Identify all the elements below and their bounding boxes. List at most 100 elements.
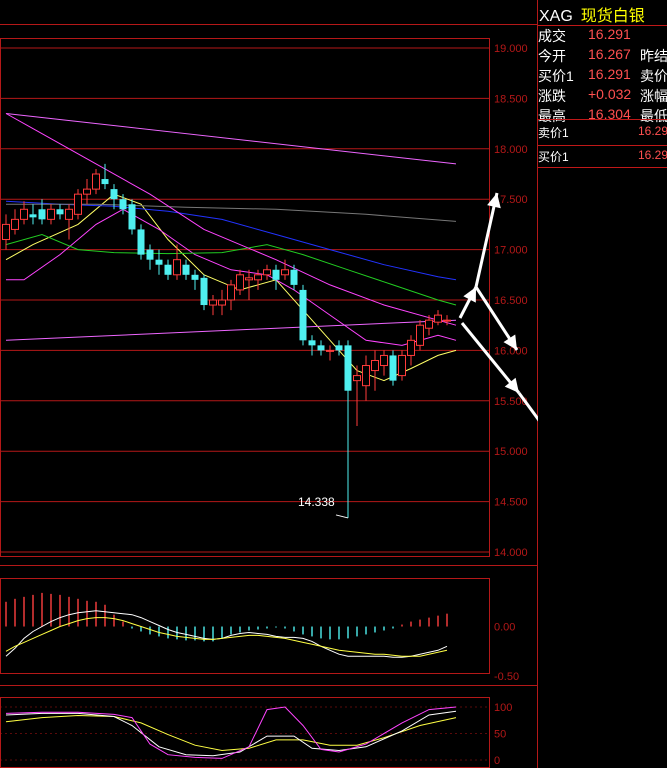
candle-body [11,218,19,230]
candle-body [362,365,370,387]
quote-row-high: 最高 16.304 最低 [538,106,667,124]
ma-line [5,113,457,165]
candle-body [236,274,244,291]
candle-body [389,355,397,381]
candle-body [263,269,271,276]
macd-panel [5,592,448,658]
moving-averages [5,113,457,382]
y-tick-label: 0.00 [494,622,515,634]
candle-body [119,199,127,210]
candle-body [173,259,181,276]
candle-body [92,173,100,190]
y-tick-label: 50 [494,729,506,741]
candle-body [155,259,163,265]
candle-body [20,208,28,220]
y-tick-label: 100 [494,702,512,714]
candle-body [146,249,154,260]
annotation-leader [335,514,349,519]
y-tick-label: 16.000 [494,345,528,357]
quote-row-open: 今开 16.267 昨结 [538,46,667,64]
candle-body [38,209,46,220]
divider [538,167,667,168]
candle-body [281,269,289,276]
candle-body [164,264,172,275]
quote-row-change: 涨跌 +0.032 涨幅 [538,86,667,104]
candle-body [83,188,91,195]
orderbook-buy-1: 买价1 16.29 [538,148,667,164]
low-price-label: 14.338 [298,495,335,509]
y-tick-label: 19.000 [494,43,528,55]
candle-body [245,277,253,281]
candlesticks [2,163,451,518]
candle-body [101,179,109,185]
low-annotation: 14.338 [298,495,349,519]
candle-body [434,314,442,323]
candle-body [29,214,37,218]
candle-body [2,223,10,241]
candle-body [191,274,199,280]
candle-body [182,264,190,275]
chart-area[interactable]: 19.00018.50018.00017.50017.00016.50016.0… [0,0,538,768]
candle-body [317,345,325,351]
candle-body [344,345,352,391]
y-tick-label: 18.000 [494,144,528,156]
arrow-shaft [474,192,499,288]
grid-lines [0,47,490,761]
candle-body [290,269,298,285]
candle-body [371,359,379,372]
quote-row-last: 成交 16.291 [538,26,631,44]
candle-body [137,229,145,255]
candle-body [110,189,118,200]
candle-body [272,269,280,280]
y-tick-label: 15.000 [494,446,528,458]
divider [538,145,667,146]
candle-body [218,299,226,306]
candle-body [74,193,82,215]
candle-body [227,284,235,301]
candle-body [209,299,217,306]
orderbook-sell-1: 卖价1 16.29 [538,124,667,140]
candle-body [65,208,73,220]
candle-body [308,340,316,346]
macd-panel-frame [0,578,490,674]
quote-panel: XAG 现货白银 成交 16.291 今开 16.267 昨结 买价1 16.29… [538,0,667,768]
candle-body [425,319,433,329]
y-tick-label: 16.500 [494,295,528,307]
candle-body [416,324,424,346]
candle-body [299,289,307,341]
divider [538,119,667,120]
forecast-arrows [458,192,538,422]
symbol-code: XAG [539,8,573,25]
kdj-panel [5,706,457,759]
candle-body [335,345,343,351]
candle-body [254,274,262,281]
quote-title: XAG 现货白银 [538,2,645,25]
ma-line [6,203,457,222]
candle-body [56,209,64,215]
kdj-j-line [5,706,457,759]
ma-line [5,319,457,341]
quote-row-bid: 买价1 16.291 卖价 [538,66,667,84]
y-tick-label: 18.500 [494,93,528,105]
symbol-name: 现货白银 [580,8,645,25]
candle-body [128,204,136,230]
price-panel-frame [0,38,490,557]
candle-body [47,208,55,220]
y-tick-label: 14.500 [494,497,528,509]
y-tick-label: -0.50 [494,671,519,683]
candle-body [380,354,388,367]
candle-body [200,277,208,306]
ma-line [6,208,457,346]
candle-body [326,349,334,352]
y-tick-label: 0 [494,755,500,767]
candle-body [407,339,415,356]
y-tick-label: 17.000 [494,245,528,257]
kdj-panel-frame [0,697,490,768]
candle-body [443,319,451,322]
y-tick-label: 14.000 [494,547,528,559]
panel-frames [0,0,538,768]
candle-body [398,354,406,377]
macd-dif-line [5,610,448,658]
price-axis: 19.00018.50018.00017.50017.00016.50016.0… [494,43,528,767]
candle-body [353,375,361,382]
